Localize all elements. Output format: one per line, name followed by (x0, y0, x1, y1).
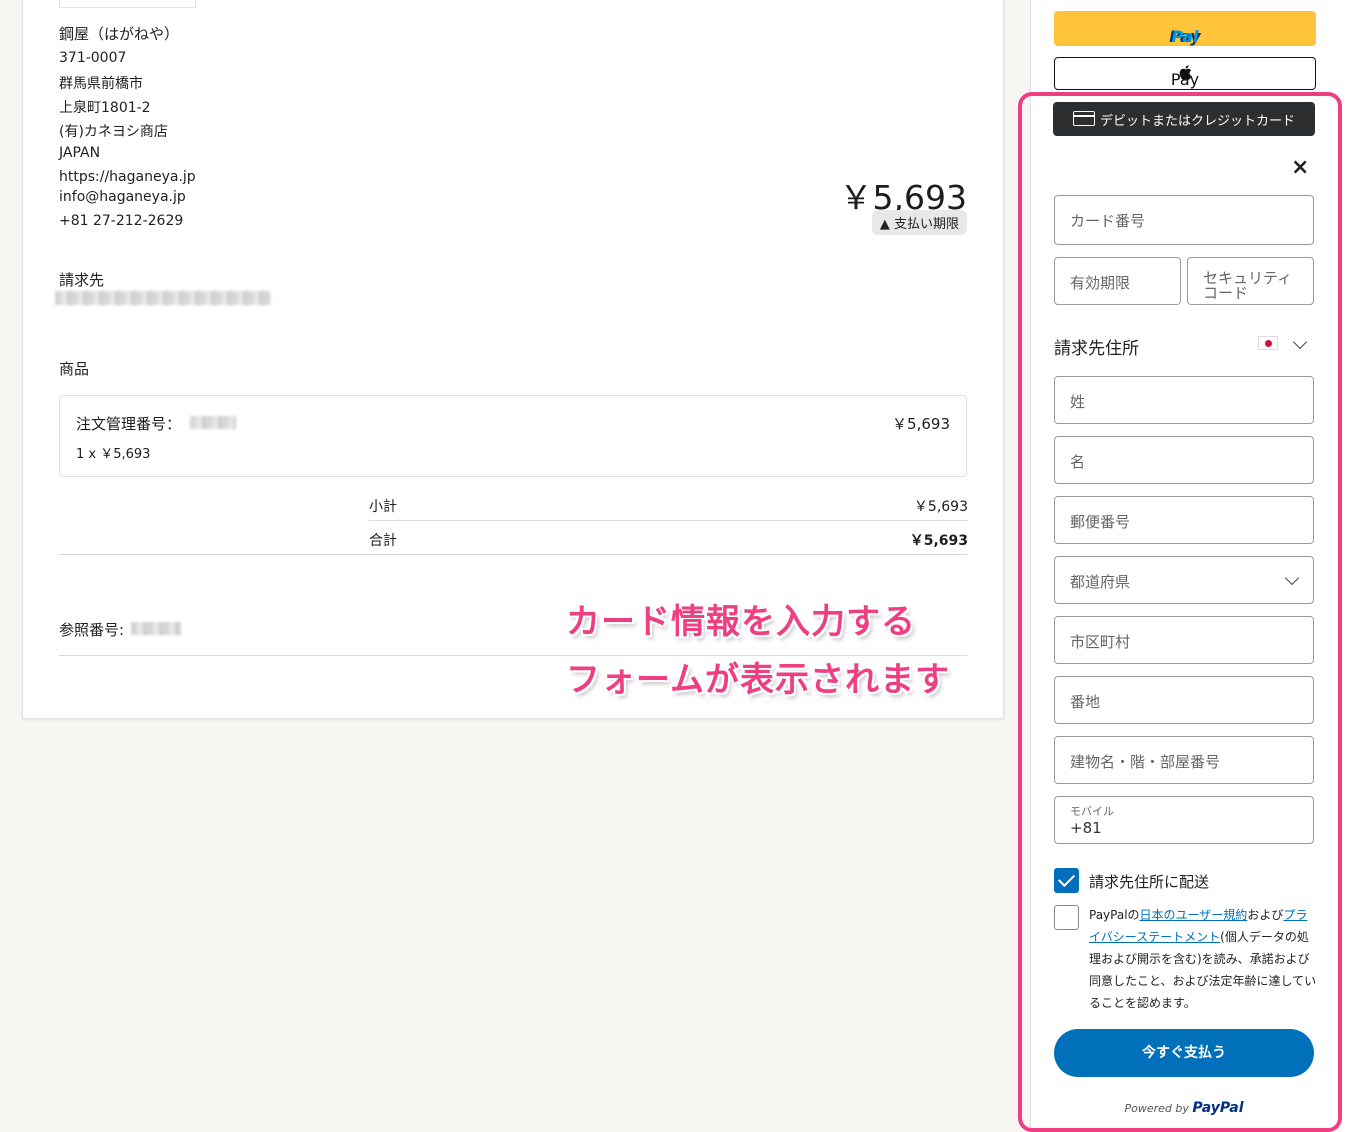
highlight-frame (1018, 92, 1342, 1132)
merchant-phone: +81 27-212-2629 (59, 213, 184, 229)
totals-divider (59, 554, 967, 555)
line-item: 注文管理番号： 1 x ￥5,693 ￥5,693 (59, 395, 967, 477)
subtotal-label: 小計 (369, 499, 397, 515)
merchant-postal: 371-0007 (59, 50, 127, 66)
annotation-line-2: フォームが表示されます (566, 660, 950, 700)
order-number-redacted (190, 416, 236, 429)
logo-placeholder (59, 0, 196, 8)
merchant-city: 群馬県前橋市 (59, 76, 143, 92)
merchant-street: 上泉町1801-2 (59, 100, 151, 116)
merchant-name: 鋼屋（はがねや） (59, 25, 180, 43)
subtotal-value: ￥5,693 (913, 499, 968, 515)
subtotal-row: 小計 ￥5,693 (369, 486, 968, 521)
merchant-company: (有)カネヨシ商店 (59, 124, 168, 140)
item-price: ￥5,693 (892, 415, 950, 433)
due-badge: ▲ 支払い期限 (871, 210, 967, 235)
total-row: 合計 ￥5,693 (369, 520, 968, 554)
reference-redacted (131, 622, 181, 635)
paypal-button[interactable]: Pay Pal (1054, 11, 1316, 46)
due-badge-label: 支払い期限 (893, 217, 959, 232)
merchant-country: JAPAN (59, 145, 101, 161)
apple-pay-button[interactable]: Pay (1054, 57, 1316, 90)
bill-to-redacted (55, 291, 271, 305)
total-value: ￥5,693 (909, 533, 968, 549)
item-title: 注文管理番号： (76, 415, 182, 433)
reference-label: 参照番号: (59, 621, 125, 639)
bill-to-label: 請求先 (59, 271, 105, 289)
apple-pay-label: Pay (1055, 64, 1315, 89)
item-qty: 1 x ￥5,693 (76, 447, 151, 462)
merchant-website[interactable]: https://haganeya.jp (59, 169, 196, 185)
items-label: 商品 (59, 360, 90, 378)
paypal-logo-pal: Pal (1171, 27, 1199, 46)
warning-icon: ▲ (879, 217, 890, 232)
merchant-email[interactable]: info@haganeya.jp (59, 189, 186, 205)
total-label: 合計 (369, 533, 397, 549)
annotation-line-1: カード情報を入力する (566, 602, 916, 642)
